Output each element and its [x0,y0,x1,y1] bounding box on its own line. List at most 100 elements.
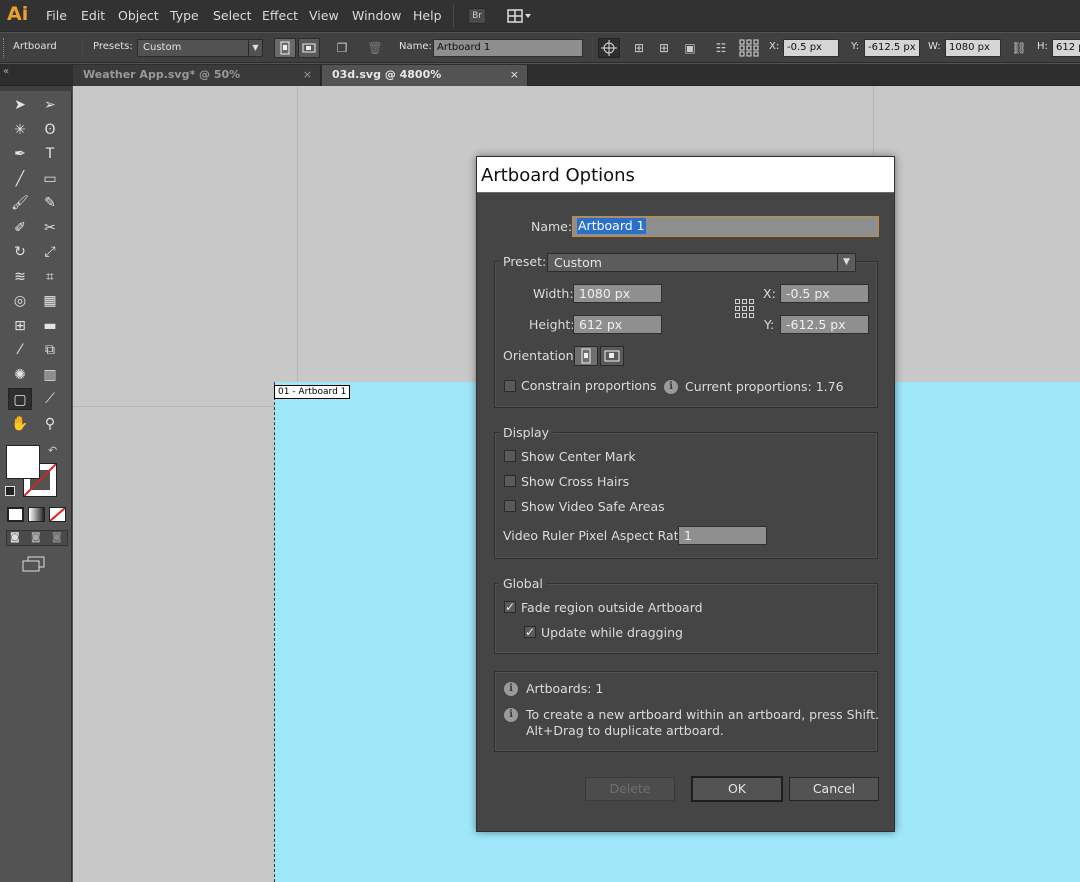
eyedropper-icon[interactable]: ⁄ [8,339,32,361]
dialog-title-bar[interactable]: Artboard Options [477,157,894,193]
shape-builder-icon[interactable]: ◎ [8,290,32,312]
x-field[interactable]: -0.5 px [780,284,869,303]
none-mode-button[interactable] [49,507,66,522]
menu-window[interactable]: Window [352,8,401,23]
gradient-icon[interactable]: ▬ [38,315,62,337]
menu-object[interactable]: Object [118,8,159,23]
y-field[interactable]: -612.5 px [864,39,920,57]
pen-icon[interactable]: ✒ [8,143,32,165]
ok-button[interactable]: OK [691,776,783,802]
width-field[interactable]: 1080 px [573,284,662,303]
menu-type[interactable]: Type [170,8,199,23]
close-icon[interactable]: × [303,65,312,85]
new-artboard-icon[interactable]: ❐ [333,39,351,57]
hand-icon[interactable]: ✋ [8,413,32,435]
column-graph-icon[interactable]: ▥ [38,364,62,386]
landscape-button[interactable] [600,346,624,366]
type-icon[interactable]: T [38,143,62,165]
fill-swatch[interactable] [6,445,40,479]
close-icon[interactable]: × [510,65,519,85]
artboard-name-field[interactable]: Artboard 1 [433,39,583,57]
draw-normal-icon[interactable]: ◙ [10,532,20,543]
update-dragging-label[interactable]: Update while dragging [541,625,683,640]
artboard-label[interactable]: 01 - Artboard 1 [274,385,351,399]
tab-weather-app[interactable]: Weather App.svg* @ 50% (RGB/Preview) × [73,65,321,101]
pencil-icon[interactable]: ✎ [38,192,62,214]
menu-view[interactable]: View [309,8,339,23]
blob-brush-icon[interactable]: ✐ [8,217,32,239]
show-center-mark-icon[interactable]: ⊞ [630,39,648,57]
line-icon[interactable]: ╱ [8,168,32,190]
move-with-artboard-button[interactable] [598,38,620,58]
blend-icon[interactable]: ⧉ [38,339,62,361]
show-video-safe-label[interactable]: Show Video Safe Areas [521,499,665,514]
zoom-icon[interactable]: ⚲ [38,413,62,435]
show-cross-hairs-label[interactable]: Show Cross Hairs [521,474,629,489]
menu-effect[interactable]: Effect [262,8,298,23]
presets-dropdown[interactable]: Custom ▼ [137,39,263,57]
rectangle-icon[interactable]: ▭ [38,168,62,190]
name-field[interactable]: Artboard 1 [572,216,879,237]
lasso-icon[interactable]: ʘ [38,119,62,141]
collapse-panels-icon[interactable]: « [3,66,9,77]
menu-file[interactable]: File [46,8,67,23]
artboard-options-icon[interactable]: ☷ [712,39,730,57]
cancel-button[interactable]: Cancel [789,777,879,801]
scissors-icon[interactable]: ✂ [38,217,62,239]
arrange-documents-button[interactable] [507,8,533,24]
constrain-link-icon[interactable]: ⛓ [1010,39,1028,57]
delete-button[interactable]: Delete [585,777,675,801]
default-fill-stroke-icon[interactable] [5,486,15,496]
height-field[interactable]: 612 px [573,315,662,334]
update-dragging-checkbox[interactable]: ✓ [524,626,536,638]
mesh-icon[interactable]: ⊞ [8,315,32,337]
scale-icon[interactable]: ⤢ [38,241,62,263]
tab-03d[interactable]: 03d.svg @ 4800% (RGB/Preview) × [322,65,528,101]
fade-region-checkbox[interactable]: ✓ [504,601,516,613]
show-video-safe-icon[interactable]: ▣ [681,39,699,57]
direct-selection-icon[interactable]: ➢ [38,94,62,116]
rotate-icon[interactable]: ↻ [8,241,32,263]
show-video-safe-checkbox[interactable] [504,500,516,512]
delete-artboard-icon[interactable]: 🗑 [366,39,384,57]
y-field[interactable]: -612.5 px [780,315,869,334]
selection-icon[interactable]: ➤ [8,94,32,116]
show-cross-hairs-icon[interactable]: ⊞ [655,39,673,57]
show-center-mark-checkbox[interactable] [504,450,516,462]
paintbrush-icon[interactable]: 🖌 [8,192,32,214]
draw-behind-icon[interactable]: ◙ [31,532,41,543]
screen-mode-button[interactable] [22,556,46,572]
swap-fill-stroke-icon[interactable]: ↶ [48,444,57,457]
constrain-proportions-checkbox[interactable] [504,380,516,392]
tools-panel-header[interactable] [0,86,72,91]
menu-select[interactable]: Select [213,8,252,23]
bridge-button[interactable]: Br [468,8,486,24]
portrait-button[interactable] [574,346,598,366]
menu-edit[interactable]: Edit [81,8,105,23]
video-ratio-field[interactable]: 1 [678,526,767,545]
magic-wand-icon[interactable]: ✳ [8,119,32,141]
slice-icon[interactable]: ⟋ [38,388,62,410]
show-center-mark-label[interactable]: Show Center Mark [521,449,636,464]
perspective-grid-icon[interactable]: ▦ [38,290,62,312]
grip-handle[interactable] [3,38,6,58]
h-field[interactable]: 612 px [1052,39,1080,57]
symbol-sprayer-icon[interactable]: ✺ [8,364,32,386]
reference-point-locator[interactable] [735,299,754,318]
w-field[interactable]: 1080 px [945,39,1001,57]
draw-inside-icon[interactable]: ◙ [52,532,62,543]
preset-dropdown[interactable]: Custom ▼ [547,253,856,272]
show-cross-hairs-checkbox[interactable] [504,475,516,487]
landscape-button[interactable] [298,38,320,58]
artboard-icon[interactable]: ▢ [8,388,32,410]
portrait-button[interactable] [274,38,296,58]
free-transform-icon[interactable]: ⌗ [38,266,62,288]
x-field[interactable]: -0.5 px [783,39,839,57]
color-mode-button[interactable] [7,507,24,522]
reference-point-button[interactable] [739,39,759,57]
constrain-proportions-label[interactable]: Constrain proportions [521,378,657,393]
menu-help[interactable]: Help [413,8,442,23]
gradient-mode-button[interactable] [28,507,45,522]
fade-region-label[interactable]: Fade region outside Artboard [521,600,703,615]
width-icon[interactable]: ≋ [8,266,32,288]
